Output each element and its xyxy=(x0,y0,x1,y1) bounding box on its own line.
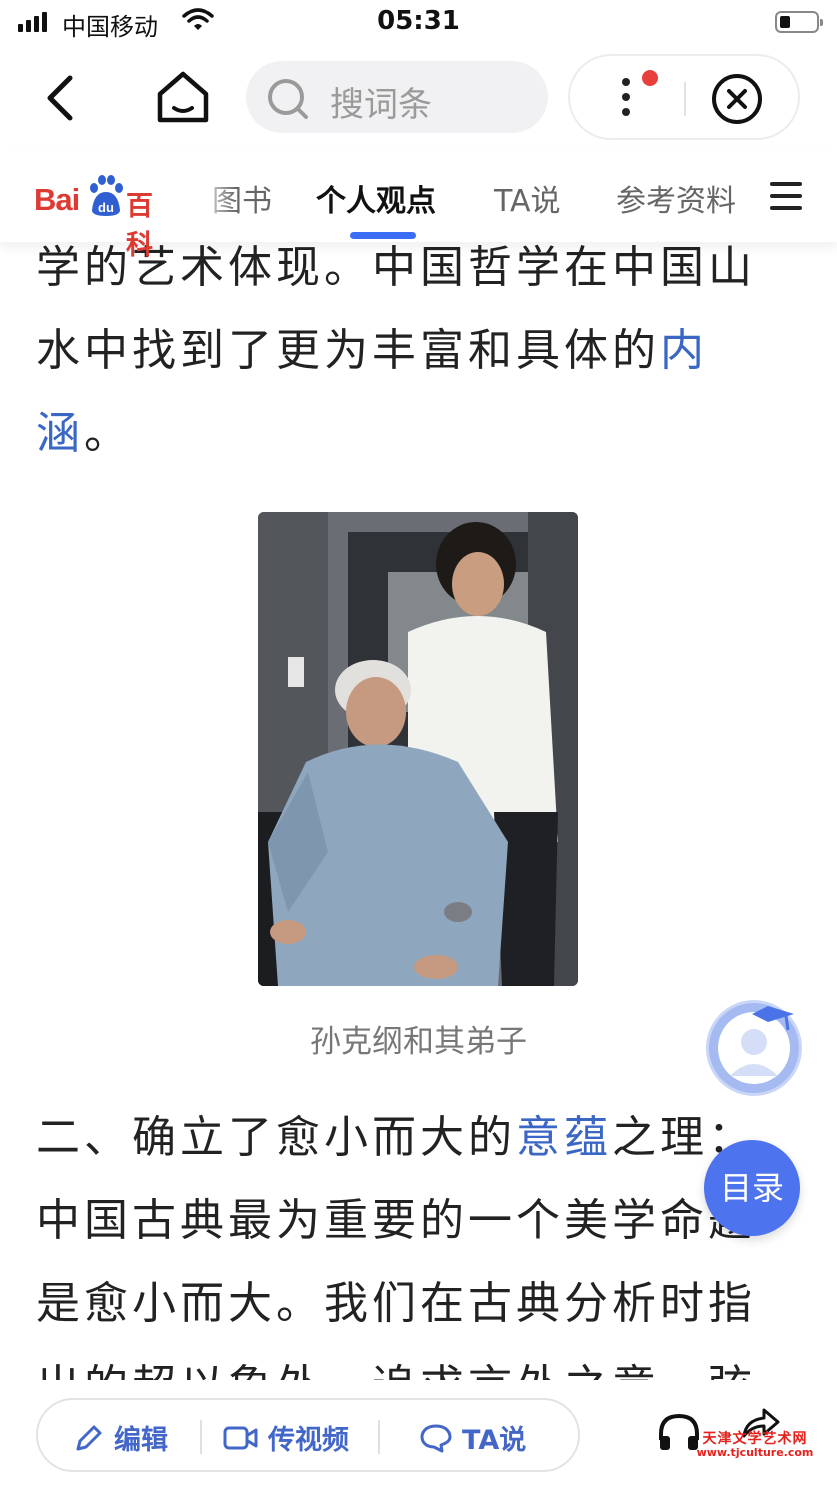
back-icon[interactable] xyxy=(36,70,92,126)
tab-fade xyxy=(196,160,236,236)
tab-ta-says[interactable]: TA说 xyxy=(494,176,561,220)
watermark-name: 天津文学艺术网 xyxy=(702,1431,808,1447)
video-label: 传视频 xyxy=(268,1425,349,1456)
tab-personal-views[interactable]: 个人观点 xyxy=(316,176,436,220)
status-bar: 中国移动 05:31 xyxy=(0,0,837,44)
tab-references[interactable]: 参考资料 xyxy=(616,176,736,220)
mini-program-capsule xyxy=(568,54,800,140)
logo-text-bai: Bai xyxy=(34,182,80,217)
paragraph-2: 二、确立了愈小而大的意蕴之理： 中国古典最为重要的一个美学命题 是愈小而大。我们… xyxy=(36,1096,806,1428)
menu-icon[interactable] xyxy=(770,180,802,212)
bottom-bar: 编辑 传视频 TA说 天津文学艺术网 www.tjculture.com xyxy=(0,1380,837,1488)
watermark-url: www.tjculture.com xyxy=(696,1446,814,1460)
assistant-avatar[interactable] xyxy=(706,1000,802,1096)
paragraph-line: 二、确立了愈小而大的意蕴之理： xyxy=(36,1112,756,1163)
chat-icon xyxy=(420,1424,452,1452)
capsule-divider xyxy=(684,82,686,116)
action-divider xyxy=(378,1420,380,1454)
ta-says-button[interactable]: TA说 xyxy=(418,1418,526,1457)
video-icon xyxy=(223,1426,258,1449)
close-icon[interactable] xyxy=(710,72,764,126)
paragraph-line: 是愈小而大。我们在古典分析时指 xyxy=(36,1278,756,1329)
search-icon xyxy=(268,79,308,119)
link-neihan-2[interactable]: 涵 xyxy=(36,408,84,459)
active-tab-indicator xyxy=(350,232,416,239)
paragraph-line: 涵。 xyxy=(36,408,132,459)
avatar-icon xyxy=(718,1006,794,1084)
action-pill: 编辑 传视频 TA说 xyxy=(36,1398,580,1472)
link-yiyun[interactable]: 意蕴 xyxy=(516,1112,612,1163)
action-divider xyxy=(200,1420,202,1454)
article-photo[interactable] xyxy=(258,512,578,986)
pencil-icon xyxy=(76,1425,102,1450)
paragraph-line: 中国古典最为重要的一个美学命题 xyxy=(36,1195,756,1246)
watermark: 天津文学艺术网 www.tjculture.com xyxy=(690,1431,820,1460)
search-input[interactable]: 搜词条 xyxy=(246,61,548,133)
more-icon[interactable] xyxy=(610,70,640,124)
paw-logo-icon: du xyxy=(90,175,123,216)
nav-bar: 搜词条 xyxy=(0,48,837,148)
upload-video-button[interactable]: 传视频 xyxy=(222,1418,349,1457)
edit-label: 编辑 xyxy=(114,1425,168,1456)
edit-button[interactable]: 编辑 xyxy=(72,1418,168,1457)
logo-text-du: du xyxy=(98,200,114,215)
status-time: 05:31 xyxy=(377,6,460,36)
paragraph-line: 水中找到了更为丰富和具体的内 xyxy=(36,325,708,376)
notification-dot xyxy=(642,70,658,86)
toc-button[interactable]: 目录 xyxy=(704,1140,800,1236)
search-placeholder: 搜词条 xyxy=(330,85,432,125)
ta-label: TA说 xyxy=(462,1425,527,1456)
paragraph-1: 学的艺术体现。中国哲学在中国山 水中找到了更为丰富和具体的内 涵。 xyxy=(36,226,806,475)
home-icon[interactable] xyxy=(152,66,214,128)
logo-text-baike: 百科 xyxy=(126,191,153,261)
tab-bar: Bai du 百科 图书 个人观点 TA说 参考资料 xyxy=(0,150,837,261)
link-neihan[interactable]: 内 xyxy=(660,325,708,376)
battery-icon xyxy=(775,11,823,33)
